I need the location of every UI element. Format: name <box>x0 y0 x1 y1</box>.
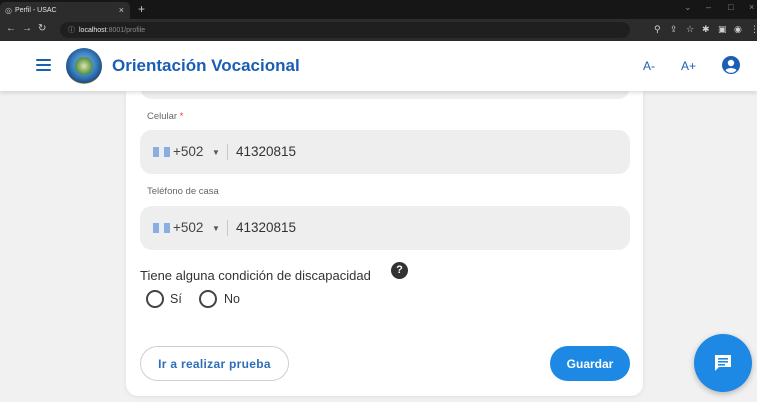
browser-toolbar: ← → ↻ ⓘ localhost:8001/profile ⚲ ⇪ ☆ ✱ ▣… <box>0 19 757 41</box>
reload-icon[interactable]: ↻ <box>38 23 46 34</box>
hamburger-menu-icon[interactable] <box>36 59 51 71</box>
account-circle-icon[interactable] <box>721 55 741 75</box>
telefono-number-input[interactable]: 41320815 <box>236 220 296 235</box>
telefono-casa-label: Teléfono de casa <box>147 186 219 197</box>
required-mark: * <box>179 111 184 122</box>
radio-no-label[interactable]: No <box>224 292 240 306</box>
maximize-button[interactable]: □ <box>728 2 733 12</box>
bookmark-star-icon[interactable]: ☆ <box>686 24 694 35</box>
telefono-casa-field[interactable]: +502 ▼ 41320815 <box>140 206 630 250</box>
celular-number-input[interactable]: 41320815 <box>236 144 296 159</box>
app-title: Orientación Vocacional <box>112 56 300 75</box>
telefono-country-code[interactable]: +502 <box>173 220 203 235</box>
chevron-down-icon[interactable]: ▼ <box>212 148 220 157</box>
url-path: :8001/profile <box>106 26 146 34</box>
celular-country-code[interactable]: +502 <box>173 144 203 159</box>
tab-favicon-icon: ◎ <box>5 6 12 15</box>
browser-menu-icon[interactable]: ⋮ <box>750 24 757 35</box>
help-circle-icon[interactable]: ? <box>391 262 408 279</box>
radio-si-label[interactable]: Sí <box>170 292 182 306</box>
guatemala-flag-icon <box>153 147 170 157</box>
save-button[interactable]: Guardar <box>550 346 630 381</box>
zoom-icon[interactable]: ⚲ <box>654 24 661 35</box>
new-tab-button[interactable]: + <box>138 2 145 16</box>
divider <box>227 220 228 236</box>
radio-si[interactable] <box>146 290 164 308</box>
minimize-button[interactable]: – <box>706 2 711 12</box>
browser-tab[interactable]: ◎ Perfil - USAC × <box>0 2 130 19</box>
share-icon[interactable]: ⇪ <box>670 24 678 35</box>
window-close-button[interactable]: × <box>749 2 754 12</box>
chat-icon <box>715 355 731 371</box>
celular-field[interactable]: +502 ▼ 41320815 <box>140 130 630 174</box>
radio-no[interactable] <box>199 290 217 308</box>
address-bar[interactable]: ⓘ localhost:8001/profile <box>60 22 630 38</box>
font-increase-button[interactable]: A+ <box>681 59 696 73</box>
tab-title: Perfil - USAC <box>14 7 57 14</box>
forward-icon[interactable]: → <box>22 23 32 34</box>
usac-logo <box>66 48 102 84</box>
divider <box>227 144 228 160</box>
chevron-down-icon[interactable]: ▼ <box>212 224 220 233</box>
site-info-icon[interactable]: ⓘ <box>68 25 75 35</box>
take-test-button[interactable]: Ir a realizar prueba <box>140 346 289 381</box>
app-header: Orientación Vocacional A- A+ <box>0 41 757 91</box>
back-icon[interactable]: ← <box>6 23 16 34</box>
browser-tabstrip: ◎ Perfil - USAC × + ⌄ – □ × <box>0 0 757 19</box>
tab-close-icon[interactable]: × <box>119 5 124 15</box>
sidepanel-icon[interactable]: ▣ <box>718 24 727 35</box>
celular-label: Celular * <box>147 111 184 122</box>
discapacidad-question: Tiene alguna condición de discapacidad <box>140 268 371 283</box>
guatemala-flag-icon <box>153 223 170 233</box>
font-decrease-button[interactable]: A- <box>643 59 655 73</box>
extensions-icon[interactable]: ✱ <box>702 24 710 35</box>
url-host: localhost <box>79 26 107 34</box>
profile-icon[interactable]: ◉ <box>734 24 742 35</box>
chat-button[interactable] <box>694 334 752 392</box>
tab-search-icon[interactable]: ⌄ <box>684 2 692 13</box>
